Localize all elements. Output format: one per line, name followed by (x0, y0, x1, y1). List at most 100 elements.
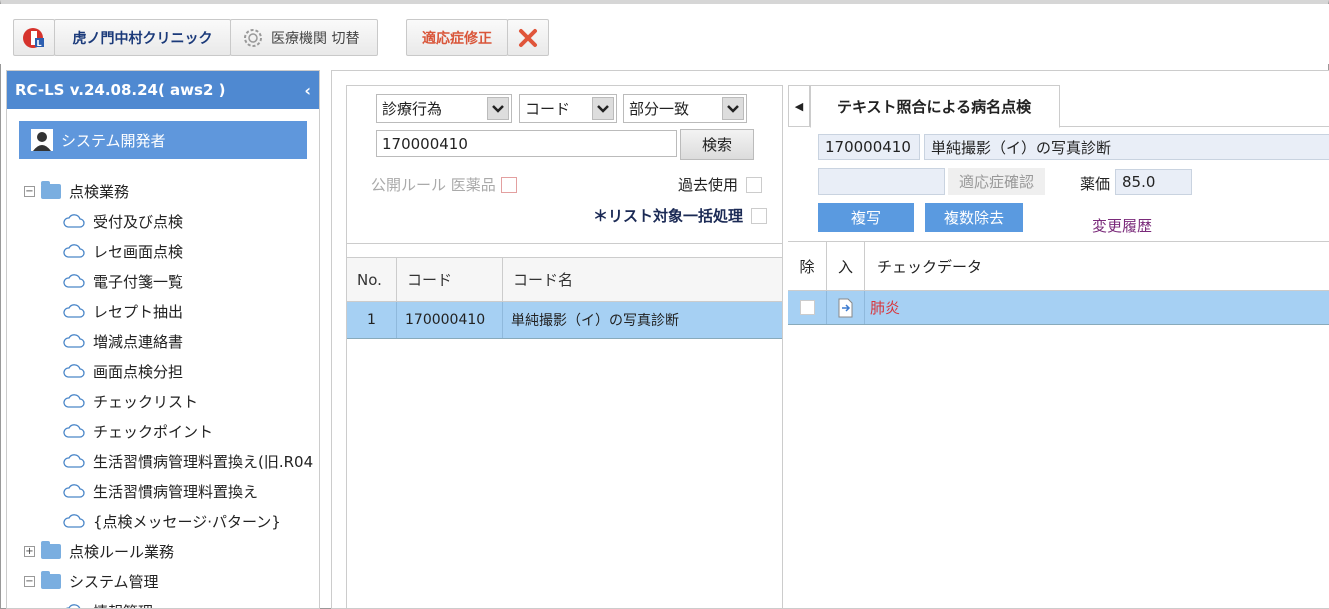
detail-pane: ◀ テキスト照合による病名点検 170000410 単純撮影（イ）の写真診断 適… (788, 85, 1329, 609)
tab-scroll-left-icon[interactable]: ◀ (788, 85, 810, 127)
tree-item[interactable]: チェックポイント (7, 416, 319, 446)
nav-tree: − 点検業務受付及び点検 レセ画面点検 電子付箋一覧レセプト抽出 増減点連絡書 画面点検分… (7, 176, 319, 608)
chevron-down-icon (722, 97, 744, 120)
gear-icon (244, 28, 262, 47)
cloud-icon (63, 484, 85, 498)
switch-institution-button[interactable]: 医療機関 切替 (230, 19, 378, 56)
match-type-select[interactable]: 部分一致 (623, 94, 747, 123)
cloud-icon (63, 274, 85, 288)
search-field-select[interactable]: コード (519, 94, 617, 123)
indication-confirm-button[interactable]: 適応症確認 (948, 168, 1045, 195)
tree-folder[interactable]: − 点検業務 (7, 176, 319, 206)
check-data-cell: 肺炎 (870, 299, 901, 317)
tree-item-label: 点検業務 (69, 182, 130, 201)
multi-remove-button[interactable]: 複数除去 (925, 203, 1023, 232)
tab-text-match-check[interactable]: テキスト照合による病名点検 (810, 85, 1060, 128)
tree-item[interactable]: レセプト抽出 (7, 296, 319, 326)
tree-item-label: チェックリスト (93, 392, 199, 411)
cloud-icon (63, 244, 85, 258)
avatar-icon (31, 129, 53, 151)
indication-fix-button[interactable]: 適応症修正 (406, 19, 508, 56)
user-badge[interactable]: システム開発者 (19, 121, 307, 159)
treatment-type-value: 診療行為 (382, 100, 443, 118)
insert-document-icon[interactable] (837, 298, 855, 318)
collapse-toggle-icon[interactable]: − (24, 575, 35, 587)
indication-input[interactable] (818, 168, 945, 195)
col-code-name[interactable]: コード名 (503, 258, 782, 301)
expand-toggle-icon[interactable]: + (24, 545, 35, 557)
col-check-data[interactable]: チェックデータ (865, 242, 1329, 290)
tree-item[interactable]: 生活習慣病管理料置換え(旧.R04 (7, 446, 319, 476)
tree-item[interactable]: 増減点連絡書 (7, 326, 319, 356)
table-row[interactable]: 1 170000410 単純撮影（イ）の写真診断 (347, 302, 782, 339)
col-code[interactable]: コード (397, 258, 503, 301)
sidebar-header: RC-LS v.24.08.24( aws2 ) ‹ (7, 71, 319, 109)
close-button[interactable] (507, 19, 549, 56)
cloud-icon (63, 454, 85, 468)
detail-code-field: 170000410 (818, 134, 920, 160)
folder-open-icon (41, 180, 61, 199)
folder-icon (41, 540, 61, 559)
chevron-down-icon (592, 97, 614, 120)
tree-item[interactable]: チェックリスト (7, 386, 319, 416)
collapse-toggle-icon[interactable]: − (24, 185, 35, 197)
svg-text:L: L (37, 39, 42, 48)
copy-button[interactable]: 複写 (818, 203, 914, 232)
tree-item[interactable]: 情報管理 (7, 596, 319, 608)
tree-folder[interactable]: − システム管理 (7, 566, 319, 596)
check-table-header: 除 入 チェックデータ (788, 242, 1329, 291)
tree-item[interactable]: 生活習慣病管理料置換え (7, 476, 319, 506)
price-label: 薬価 (1080, 175, 1111, 193)
tree-item-label: 生活習慣病管理料置換え(旧.R04 (93, 452, 314, 471)
table-row[interactable]: 肺炎 (788, 291, 1329, 325)
cloud-icon (63, 334, 85, 348)
top-toolbar: L 虎ノ門中村クリニック 医療機関 切替 適応症修正 (0, 4, 1329, 64)
check-data-table: 除 入 チェックデータ 肺炎 (788, 241, 1329, 325)
public-rule-checkbox[interactable] (500, 176, 517, 193)
col-remove[interactable]: 除 (788, 242, 827, 290)
col-insert[interactable]: 入 (827, 242, 865, 290)
cloud-icon (63, 514, 85, 528)
search-form: 診療行為 コード 部分一致 170000410 検索 公開ルール 医薬品 過去使… (347, 86, 782, 244)
tree-item[interactable]: 電子付箋一覧 (7, 266, 319, 296)
search-button[interactable]: 検索 (680, 129, 754, 160)
tree-item-label: 画面点検分担 (93, 362, 184, 381)
app-logo-button[interactable]: L (13, 19, 55, 56)
public-rule-label: 公開ルール 医薬品 (371, 176, 496, 194)
change-history-link[interactable]: 変更履歴 (1092, 215, 1152, 236)
cloud-icon (63, 424, 85, 438)
tree-folder[interactable]: + 点検ルール業務 (7, 536, 319, 566)
collapse-sidebar-icon[interactable]: ‹ (304, 81, 311, 100)
public-rule-option: 公開ルール 医薬品 (371, 174, 517, 195)
tree-item[interactable]: レセ画面点検 (7, 236, 319, 266)
bulk-process-checkbox[interactable] (751, 207, 768, 224)
cloud-icon (63, 604, 85, 608)
version-label: RC-LS v.24.08.24( aws2 ) (15, 81, 226, 99)
tree-item-label: システム管理 (69, 572, 159, 591)
switch-institution-label: 医療機関 切替 (271, 30, 360, 47)
treatment-type-select[interactable]: 診療行為 (376, 94, 512, 123)
chevron-down-icon (487, 97, 509, 120)
cloud-icon (63, 304, 85, 318)
cloud-icon (63, 214, 85, 228)
tree-item[interactable]: 受付及び点検 (7, 206, 319, 236)
row-no: 1 (347, 302, 397, 338)
cloud-icon (63, 394, 85, 408)
remove-cell (788, 291, 827, 324)
cloud-icon (63, 364, 85, 378)
tree-item-label: レセプト抽出 (93, 302, 184, 321)
match-type-value: 部分一致 (629, 100, 690, 118)
bulk-process-option: ＊リスト対象一括処理 (593, 205, 768, 226)
tree-item-label: 増減点連絡書 (93, 332, 184, 351)
result-table-header: No. コード コード名 (347, 257, 782, 302)
tree-item[interactable]: {点検メッセージ·パターン} (7, 506, 319, 536)
code-search-input[interactable]: 170000410 (376, 130, 677, 157)
clinic-name-button[interactable]: 虎ノ門中村クリニック (54, 19, 231, 56)
tree-item[interactable]: 画面点検分担 (7, 356, 319, 386)
tree-item-label: チェックポイント (93, 422, 214, 441)
past-use-checkbox[interactable] (746, 176, 763, 193)
col-no[interactable]: No. (347, 258, 397, 301)
folder-open-icon (41, 570, 61, 589)
remove-checkbox[interactable] (799, 300, 815, 315)
past-use-label: 過去使用 (678, 176, 739, 194)
